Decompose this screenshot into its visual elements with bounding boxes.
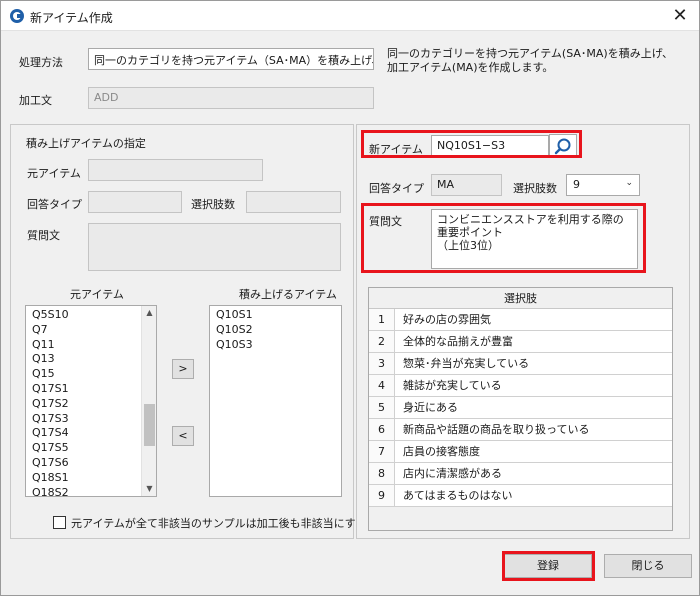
choices-grid[interactable]: 選択肢 1 好みの店の雰囲気 2 全体的な品揃えが豊富 3 惣菜･弁当が充実している 4 雑誌… (368, 287, 673, 531)
scroll-down-icon[interactable]: ▼ (142, 482, 156, 496)
title-bar: 新アイテム作成 ✕ (1, 1, 699, 31)
choice-number: 2 (369, 331, 395, 352)
source-list-scrollbar[interactable]: ▲ ▼ (141, 306, 156, 496)
choice-number: 1 (369, 309, 395, 330)
method-note-line1: 同一のカテゴリーを持つ元アイテム(SA･MA)を積み上げ、 (387, 47, 673, 60)
source-list-item[interactable]: Q7 (26, 323, 156, 338)
choice-row[interactable]: 7 店員の接客態度 (369, 441, 672, 463)
right-choice-count-label: 選択肢数 (513, 182, 557, 195)
left-question-label: 質問文 (27, 229, 60, 242)
source-list-item[interactable]: Q13 (26, 352, 156, 367)
choice-row[interactable]: 8 店内に清潔感がある (369, 463, 672, 485)
close-button[interactable]: 閉じる (604, 554, 692, 578)
choice-row[interactable]: 5 身近にある (369, 397, 672, 419)
source-list-item[interactable]: Q5S10 (26, 308, 156, 323)
choice-row[interactable]: 1 好みの店の雰囲気 (369, 309, 672, 331)
stack-section-title: 積み上げアイテムの指定 (26, 137, 146, 150)
stack-list-item[interactable]: Q10S2 (210, 323, 341, 338)
choice-text[interactable]: 店員の接客態度 (395, 441, 672, 462)
question-line2: （上位3位） (437, 239, 499, 252)
left-choice-count-label: 選択肢数 (191, 198, 235, 211)
add-item-button[interactable]: > (172, 359, 194, 379)
right-answer-type-field: MA (431, 174, 502, 196)
right-answer-type-label: 回答タイプ (369, 182, 424, 195)
stack-items-list[interactable]: Q10S1 Q10S2 Q10S3 (209, 305, 342, 497)
choice-text[interactable]: 新商品や話題の商品を取り扱っている (395, 419, 672, 440)
source-list-item[interactable]: Q17S2 (26, 397, 156, 412)
choice-number: 9 (369, 485, 395, 506)
source-list-header: 元アイテム (70, 288, 124, 301)
expression-label: 加工文 (19, 94, 52, 107)
search-button[interactable] (549, 134, 577, 158)
app-logo-icon (10, 9, 24, 23)
choice-text[interactable]: 惣菜･弁当が充実している (395, 353, 672, 374)
left-question-field (88, 223, 341, 271)
new-item-dialog: 新アイテム作成 ✕ 処理方法 同一のカテゴリを持つ元アイテム（SA･MA）を積み… (0, 0, 700, 596)
choice-number: 7 (369, 441, 395, 462)
source-list-item[interactable]: Q17S3 (26, 412, 156, 427)
scroll-thumb[interactable] (144, 404, 155, 446)
choice-row[interactable]: 9 あてはまるものはない (369, 485, 672, 507)
choice-number: 5 (369, 397, 395, 418)
source-list-item[interactable]: Q15 (26, 367, 156, 382)
choice-row[interactable]: 4 雑誌が充実している (369, 375, 672, 397)
inherit-na-label: 元アイテムが全て非該当のサンプルは加工後も非該当にする (71, 517, 367, 530)
choice-text[interactable]: 身近にある (395, 397, 672, 418)
source-list-item[interactable]: Q17S4 (26, 426, 156, 441)
search-icon (554, 138, 571, 155)
stack-list-item[interactable]: Q10S3 (210, 338, 341, 353)
close-window-button[interactable]: ✕ (669, 5, 691, 27)
choice-text[interactable]: 好みの店の雰囲気 (395, 309, 672, 330)
expression-field: ADD (88, 87, 374, 109)
choice-row[interactable]: 2 全体的な品揃えが豊富 (369, 331, 672, 353)
choice-number: 3 (369, 353, 395, 374)
new-item-field[interactable]: NQ10S1−S3 (431, 135, 549, 157)
method-label: 処理方法 (19, 56, 63, 69)
method-field[interactable]: 同一のカテゴリを持つ元アイテム（SA･MA）を積み上げ、MAアイテ (88, 48, 374, 70)
source-list-item[interactable]: Q17S5 (26, 441, 156, 456)
remove-item-button[interactable]: < (172, 426, 194, 446)
register-button[interactable]: 登録 (504, 554, 592, 578)
source-list-item[interactable]: Q11 (26, 338, 156, 353)
choice-text[interactable]: 全体的な品揃えが豊富 (395, 331, 672, 352)
scroll-up-icon[interactable]: ▲ (142, 306, 156, 320)
source-item-field (88, 159, 263, 181)
method-note-line2: 加工アイテム(MA)を作成します。 (387, 61, 554, 74)
inherit-na-checkbox[interactable] (53, 516, 66, 529)
choice-number: 8 (369, 463, 395, 484)
source-item-label: 元アイテム (27, 167, 81, 180)
chevron-down-icon: ⌄ (625, 178, 633, 188)
source-list-item[interactable]: Q17S6 (26, 456, 156, 471)
left-choice-count-field (246, 191, 341, 213)
window-title: 新アイテム作成 (30, 11, 113, 25)
question-line1: コンビニエンスストアを利用する際の重要ポイント (437, 213, 624, 239)
stack-list-item[interactable]: Q10S1 (210, 308, 341, 323)
right-question-label: 質問文 (369, 215, 402, 228)
choice-row[interactable]: 3 惣菜･弁当が充実している (369, 353, 672, 375)
choice-text[interactable]: あてはまるものはない (395, 485, 672, 506)
right-question-field[interactable]: コンビニエンスストアを利用する際の重要ポイント （上位3位） (431, 209, 638, 269)
choice-number: 4 (369, 375, 395, 396)
source-list-item[interactable]: Q17S1 (26, 382, 156, 397)
choice-row[interactable]: 6 新商品や話題の商品を取り扱っている (369, 419, 672, 441)
choice-count-value: 9 (573, 178, 580, 191)
source-list-item[interactable]: Q18S1 (26, 471, 156, 486)
left-answer-type-label: 回答タイプ (27, 198, 82, 211)
choice-number: 6 (369, 419, 395, 440)
choice-count-select[interactable]: 9 ⌄ (566, 174, 640, 196)
new-item-label: 新アイテム (369, 143, 423, 156)
choice-text[interactable]: 店内に清潔感がある (395, 463, 672, 484)
stack-list-header: 積み上げるアイテム (239, 288, 337, 301)
choice-text[interactable]: 雑誌が充実している (395, 375, 672, 396)
choices-header: 選択肢 (369, 288, 672, 309)
left-answer-type-field (88, 191, 182, 213)
source-list-item[interactable]: Q18S2 (26, 486, 156, 496)
source-items-list[interactable]: Q5S10 Q7 Q11 Q13 Q15 Q17S1 Q17S2 Q17S3 Q17S4 Q17S… (25, 305, 157, 497)
